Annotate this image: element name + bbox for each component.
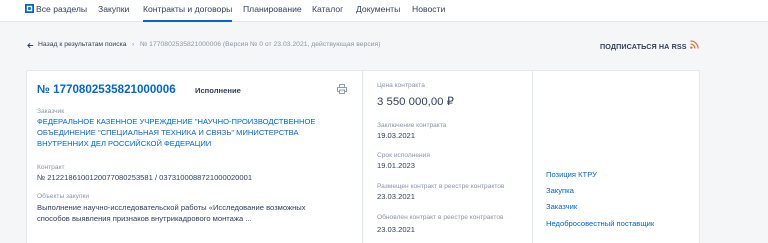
nav-item-all-sections[interactable]: Все разделы: [36, 2, 87, 20]
ktru-position-link[interactable]: Позиция КТРУ: [546, 170, 597, 179]
subject-label: Объекты закупки: [37, 193, 90, 200]
back-arrow-icon[interactable]: [27, 42, 34, 49]
column-divider: [532, 70, 533, 243]
placed-label: Размещен контракт в реестре контрактов: [377, 183, 505, 190]
nav-item-planning[interactable]: Планирование: [243, 2, 302, 20]
price-label: Цена контракта: [377, 82, 425, 89]
nav-item-purchases[interactable]: Закупки: [98, 2, 129, 20]
nav-item-catalog[interactable]: Каталог: [312, 2, 343, 20]
conclusion-date: 19.03.2021: [377, 131, 416, 140]
placed-date: 23.03.2021: [377, 192, 416, 201]
rss-icon[interactable]: [690, 40, 699, 49]
updated-label: Обновлен контракт в реестре контрактов: [377, 214, 504, 221]
customer-link[interactable]: ФЕДЕРАЛЬНОЕ КАЗЕННОЕ УЧРЕЖДЕНИЕ "НАУЧНО-…: [37, 116, 337, 149]
contract-numbers: № 2122186100120077080253581 / 0373100088…: [37, 173, 253, 182]
nav-item-news[interactable]: Новости: [412, 2, 445, 20]
price-value: 3 550 000,00 ₽: [377, 96, 454, 108]
nav-item-contracts[interactable]: Контракты и договоры: [143, 2, 233, 22]
contract-label: Контракт: [37, 164, 65, 171]
unfair-supplier-link[interactable]: Недобросовестный поставщик: [546, 219, 654, 228]
top-navigation: Все разделы Закупки Контракты и договоры…: [0, 0, 768, 22]
breadcrumb-back-link[interactable]: Назад к результатам поиска: [38, 41, 127, 48]
execution-date: 19.01.2023: [377, 161, 416, 170]
status-badge: Исполнение: [195, 86, 241, 95]
updated-date: 23.03.2021: [377, 225, 416, 234]
breadcrumb-current: № 1770802535821000006 (Версия № 0 от 23.…: [140, 41, 381, 48]
breadcrumb-separator: ›: [132, 41, 135, 48]
subject-text: Выполнение научно-исследовательской рабо…: [37, 203, 306, 223]
execution-label: Срок исполнения: [377, 152, 430, 159]
customer-label: Заказчик: [37, 108, 65, 115]
print-icon[interactable]: [337, 84, 347, 94]
customer-right-link[interactable]: Заказчик: [546, 202, 577, 211]
contract-number-link[interactable]: № 1770802535821000006: [37, 83, 176, 96]
subscribe-rss-link[interactable]: ПОДПИСАТЬСЯ НА RSS: [600, 42, 687, 51]
nav-item-documents[interactable]: Документы: [356, 2, 400, 20]
home-grid-icon[interactable]: [25, 4, 34, 13]
purchase-link[interactable]: Закупка: [546, 186, 574, 195]
column-divider: [362, 70, 363, 243]
conclusion-label: Заключение контракта: [377, 122, 447, 129]
